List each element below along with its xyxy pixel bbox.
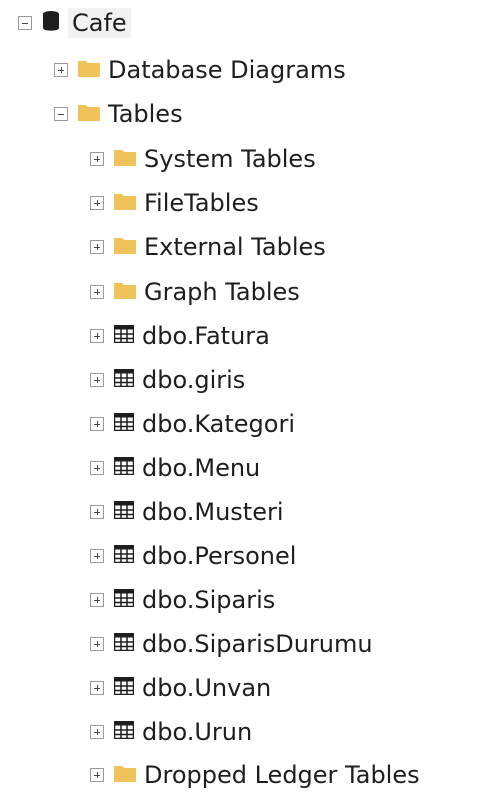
tree-node-dbo-siparis[interactable]: dbo.Siparis [90,580,275,620]
tree-node-label: Database Diagrams [108,56,346,84]
tree-node-dbo-giris[interactable]: dbo.giris [90,360,245,400]
tree-node-dbo-unvan[interactable]: dbo.Unvan [90,668,271,708]
expand-toggle[interactable] [90,152,104,166]
tree-node-dbo-kategori[interactable]: dbo.Kategori [90,404,295,444]
expand-toggle[interactable] [90,240,104,254]
expand-toggle[interactable] [90,593,104,607]
table-icon [113,456,135,479]
expand-toggle[interactable] [90,329,104,343]
table-icon [113,676,135,699]
tree-node-label: Cafe [68,8,131,38]
folder-icon [114,764,136,786]
expand-toggle[interactable] [90,549,104,563]
database-icon [42,9,60,37]
tree-node-label: dbo.Menu [142,454,261,482]
folder-icon [114,281,136,303]
expand-toggle[interactable] [90,768,104,782]
expand-toggle[interactable] [90,461,104,475]
tree-node-label: dbo.giris [142,366,246,394]
tree-node-dbo-personel[interactable]: dbo.Personel [90,536,296,576]
table-icon [113,500,135,523]
object-explorer-tree: Cafe Database Diagrams Tables System Tab… [0,0,483,794]
folder-icon [114,192,136,214]
tree-node-dbo-fatura[interactable]: dbo.Fatura [90,316,270,356]
expand-toggle[interactable] [54,63,68,77]
tree-node-label: dbo.Siparis [142,586,276,614]
tree-node-filetables[interactable]: FileTables [90,183,259,223]
expand-toggle[interactable] [90,373,104,387]
expand-toggle[interactable] [90,681,104,695]
expand-toggle[interactable] [90,505,104,519]
tree-node-label: dbo.Musteri [142,498,284,526]
expand-toggle[interactable] [90,196,104,210]
folder-icon [114,148,136,170]
tree-node-label: dbo.Unvan [142,674,272,702]
folder-icon [114,236,136,258]
collapse-toggle[interactable] [18,16,32,30]
tree-node-tables[interactable]: Tables [54,94,183,134]
tree-node-label: Dropped Ledger Tables [144,761,420,789]
tree-node-label: External Tables [144,233,326,261]
expand-toggle[interactable] [90,417,104,431]
table-icon [113,324,135,347]
table-icon [113,368,135,391]
folder-icon [78,59,100,81]
table-icon [113,544,135,567]
tree-node-label: FileTables [144,189,259,217]
tree-node-dbo-urun[interactable]: dbo.Urun [90,712,252,752]
table-icon [113,720,135,743]
collapse-toggle[interactable] [54,107,68,121]
tree-node-label: dbo.Fatura [142,322,270,350]
tree-node-system-tables[interactable]: System Tables [90,139,316,179]
tree-node-dbo-siparisdurumu[interactable]: dbo.SiparisDurumu [90,624,373,664]
tree-node-dbo-menu[interactable]: dbo.Menu [90,448,260,488]
tree-node-label: System Tables [144,145,316,173]
tree-node-graph-tables[interactable]: Graph Tables [90,272,300,312]
tree-node-label: Tables [108,100,183,128]
folder-icon [78,103,100,125]
tree-node-label: dbo.Personel [142,542,297,570]
table-icon [113,588,135,611]
tree-node-dropped-ledger-tables[interactable]: Dropped Ledger Tables [90,755,420,795]
expand-toggle[interactable] [90,285,104,299]
tree-node-dbo-musteri[interactable]: dbo.Musteri [90,492,284,532]
tree-node-label: Graph Tables [144,278,300,306]
tree-node-label: dbo.SiparisDurumu [142,630,373,658]
table-icon [113,632,135,655]
tree-node-database-diagrams[interactable]: Database Diagrams [54,50,346,90]
tree-node-external-tables[interactable]: External Tables [90,227,326,267]
tree-node-label: dbo.Kategori [142,410,296,438]
tree-node-label: dbo.Urun [142,718,253,746]
tree-node-cafe[interactable]: Cafe [18,3,131,43]
table-icon [113,412,135,435]
expand-toggle[interactable] [90,637,104,651]
expand-toggle[interactable] [90,725,104,739]
